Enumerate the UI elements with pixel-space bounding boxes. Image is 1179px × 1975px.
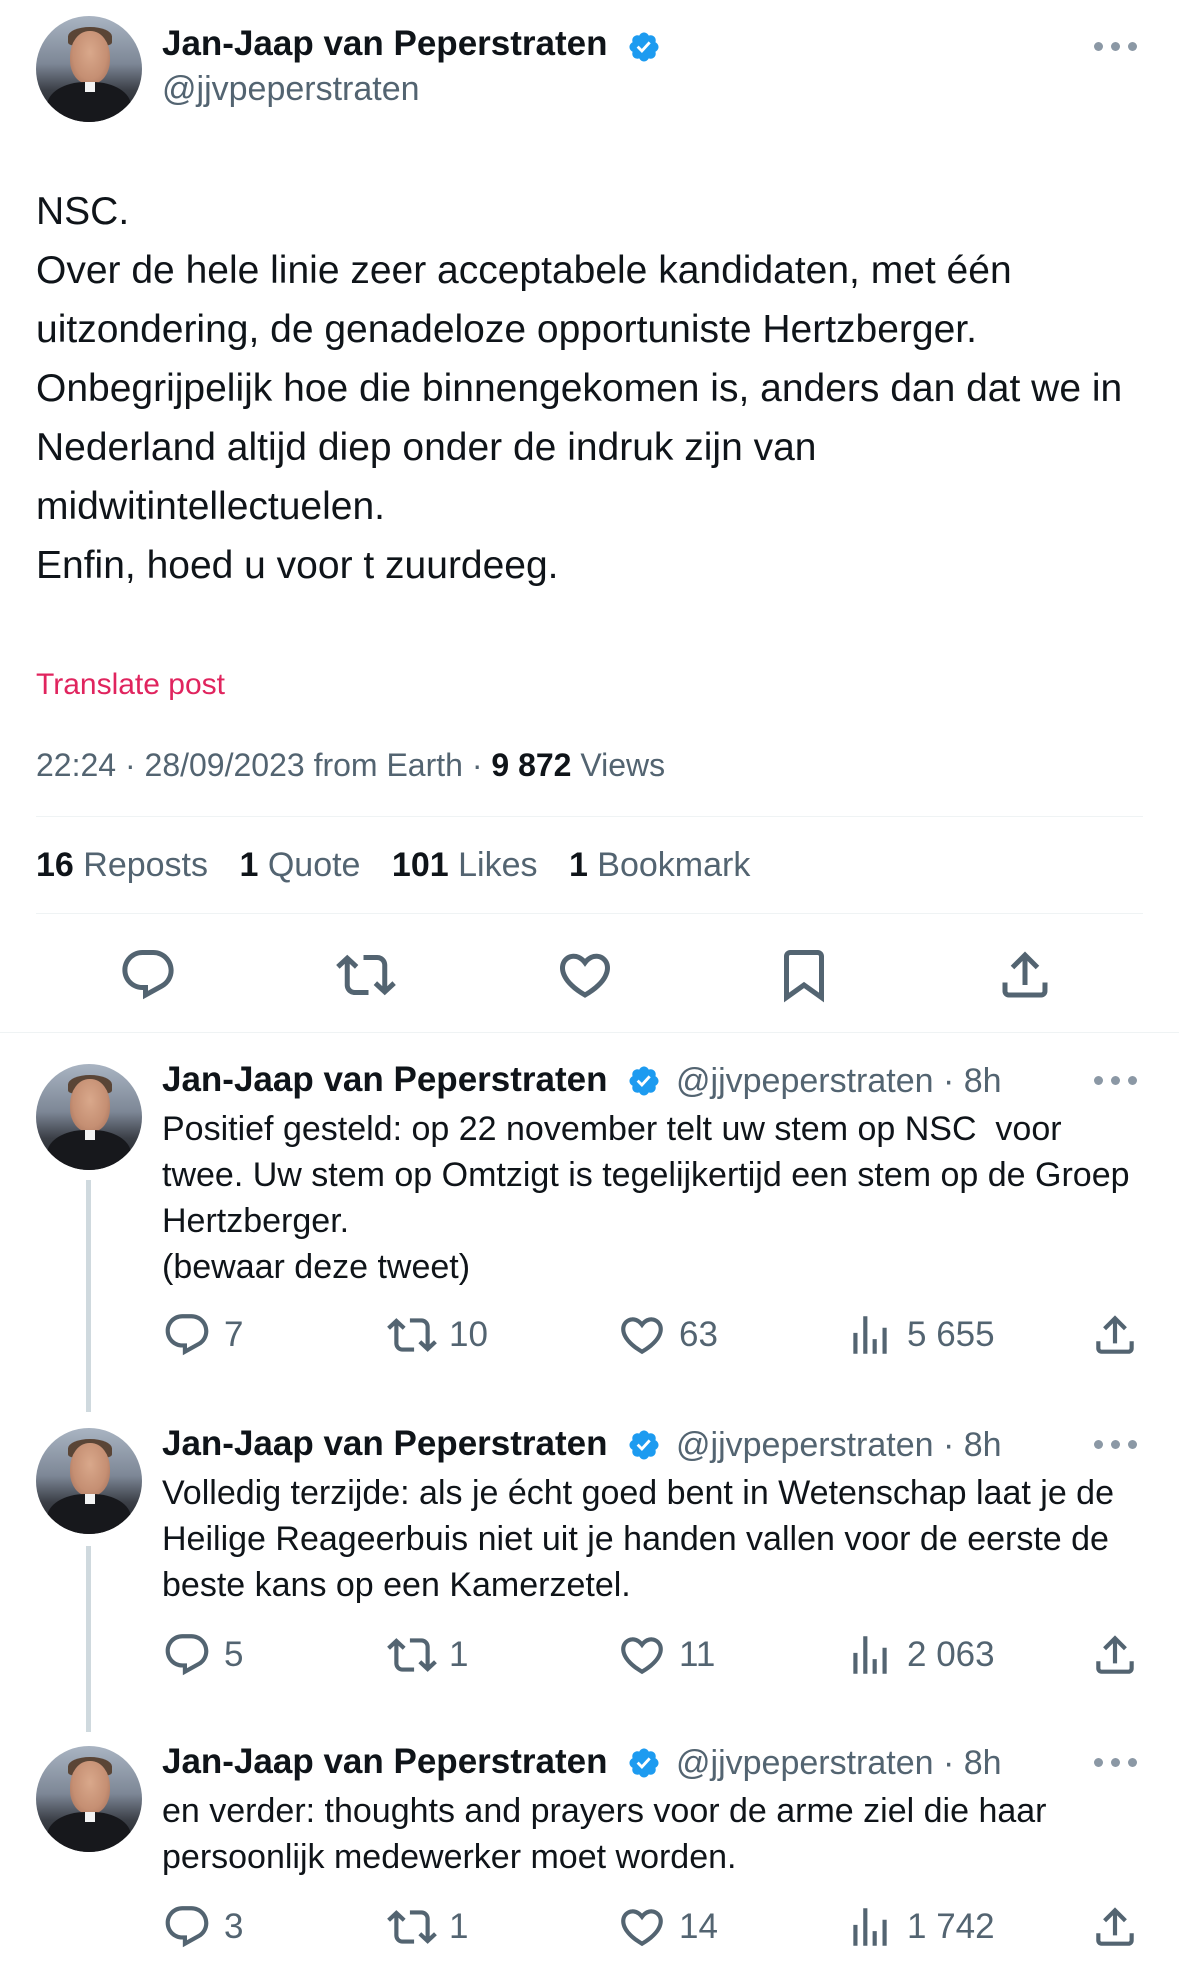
author-handle-time[interactable]: @jjvpeperstraten · 8h: [676, 1744, 1002, 1783]
thread-line: [86, 1546, 91, 1732]
reply-text: Positief gesteld: op 22 november telt uw…: [162, 1110, 1130, 1286]
share-icon: [1096, 1635, 1134, 1674]
views-count: 5 655: [907, 1315, 995, 1354]
divider: [36, 913, 1143, 914]
views-count: 1 742: [907, 1907, 995, 1946]
like-icon: [621, 1909, 663, 1947]
reposts-stat[interactable]: 16 Reposts: [36, 846, 208, 885]
reply-text: Volledig terzijde: als je écht goed bent…: [162, 1474, 1124, 1604]
author-handle-time[interactable]: @jjvpeperstraten · 8h: [676, 1426, 1002, 1465]
repost-button[interactable]: 1: [387, 1630, 468, 1680]
verified-badge-icon: [629, 1066, 659, 1096]
like-icon: [559, 953, 611, 998]
divider: [36, 816, 1143, 817]
repost-count: 1: [449, 1907, 469, 1946]
reply-icon: [122, 950, 174, 1000]
post-timestamp[interactable]: 22:24 · 28/09/2023 from Earth ·: [36, 747, 491, 783]
repost-icon: [336, 954, 396, 996]
repost-icon: [387, 1638, 437, 1672]
reply-icon: [165, 1906, 209, 1948]
views-count: 2 063: [907, 1635, 995, 1674]
like-count: 63: [679, 1315, 718, 1354]
verified-badge-icon: [629, 1748, 659, 1778]
views-icon: [853, 1316, 887, 1354]
bookmark-icon: [784, 950, 824, 1003]
post-meta: 22:24 · 28/09/2023 from Earth · 9 872 Vi…: [36, 747, 665, 784]
views-icon: [853, 1636, 887, 1674]
author-handle-time[interactable]: @jjvpeperstraten · 8h: [676, 1062, 1002, 1101]
repost-icon: [387, 1910, 437, 1944]
post-text: NSC. Over de hele linie zeer acceptabele…: [36, 190, 1123, 587]
reply-icon: [165, 1314, 209, 1356]
divider: [0, 1032, 1179, 1033]
like-icon: [621, 1317, 663, 1355]
share-icon: [1096, 1907, 1134, 1946]
views-label: Views: [571, 747, 666, 783]
like-icon: [621, 1637, 663, 1675]
repost-icon: [387, 1318, 437, 1352]
repost-count: 10: [449, 1315, 488, 1354]
share-button[interactable]: [1090, 1310, 1152, 1360]
avatar[interactable]: [36, 16, 142, 122]
bookmark-stat[interactable]: 1 Bookmark: [569, 846, 750, 885]
repost-count: 1: [449, 1635, 469, 1674]
reply-button[interactable]: 7: [162, 1310, 243, 1360]
reply-icon: [165, 1634, 209, 1676]
share-button[interactable]: [1090, 1902, 1152, 1952]
avatar[interactable]: [36, 1064, 142, 1170]
views-button[interactable]: 5 655: [845, 1310, 995, 1360]
more-icon[interactable]: [1094, 1758, 1140, 1770]
reply-count: 7: [224, 1315, 244, 1354]
views-button[interactable]: 1 742: [845, 1902, 995, 1952]
views-icon: [853, 1908, 887, 1946]
like-button[interactable]: 63: [617, 1310, 718, 1360]
like-button[interactable]: 14: [617, 1902, 718, 1952]
reply-text: en verder: thoughts and prayers voor de …: [162, 1792, 1056, 1876]
author-name[interactable]: Jan-Jaap van Peperstraten: [162, 1060, 607, 1100]
quote-stat[interactable]: 1 Quote: [239, 846, 360, 885]
views-count: 9 872: [491, 747, 572, 783]
reply-button[interactable]: [118, 945, 178, 1005]
avatar[interactable]: [36, 1428, 142, 1534]
repost-button[interactable]: 1: [387, 1902, 468, 1952]
like-button[interactable]: [555, 945, 615, 1005]
share-icon: [1002, 951, 1048, 998]
author-name[interactable]: Jan-Jaap van Peperstraten: [162, 1424, 607, 1464]
thread-line: [86, 1180, 91, 1412]
reply-button[interactable]: 5: [162, 1630, 243, 1680]
author-name[interactable]: Jan-Jaap van Peperstraten: [162, 1742, 607, 1782]
like-count: 14: [679, 1907, 718, 1946]
reply-count: 3: [224, 1907, 244, 1946]
more-icon[interactable]: [1094, 42, 1140, 54]
more-icon[interactable]: [1094, 1076, 1140, 1088]
share-button[interactable]: [1090, 1630, 1152, 1680]
translate-post-link[interactable]: Translate post: [36, 668, 225, 702]
more-icon[interactable]: [1094, 1440, 1140, 1452]
author-handle[interactable]: @jjvpeperstraten: [162, 70, 420, 109]
views-button[interactable]: 2 063: [845, 1630, 995, 1680]
likes-stat[interactable]: 101 Likes: [392, 846, 538, 885]
repost-button[interactable]: [336, 945, 396, 1005]
author-name[interactable]: Jan-Jaap van Peperstraten: [162, 24, 607, 64]
avatar[interactable]: [36, 1746, 142, 1852]
verified-badge-icon: [629, 32, 659, 62]
bookmark-button[interactable]: [774, 945, 834, 1005]
repost-button[interactable]: 10: [387, 1310, 488, 1360]
verified-badge-icon: [629, 1430, 659, 1460]
like-count: 11: [679, 1635, 716, 1674]
reply-count: 5: [224, 1635, 244, 1674]
share-button[interactable]: [995, 945, 1055, 1005]
like-button[interactable]: 11: [617, 1630, 715, 1680]
reply-button[interactable]: 3: [162, 1902, 243, 1952]
engagement-stats: 16 Reposts 1 Quote 101 Likes 1 Bookmark: [36, 846, 772, 885]
share-icon: [1096, 1315, 1134, 1354]
